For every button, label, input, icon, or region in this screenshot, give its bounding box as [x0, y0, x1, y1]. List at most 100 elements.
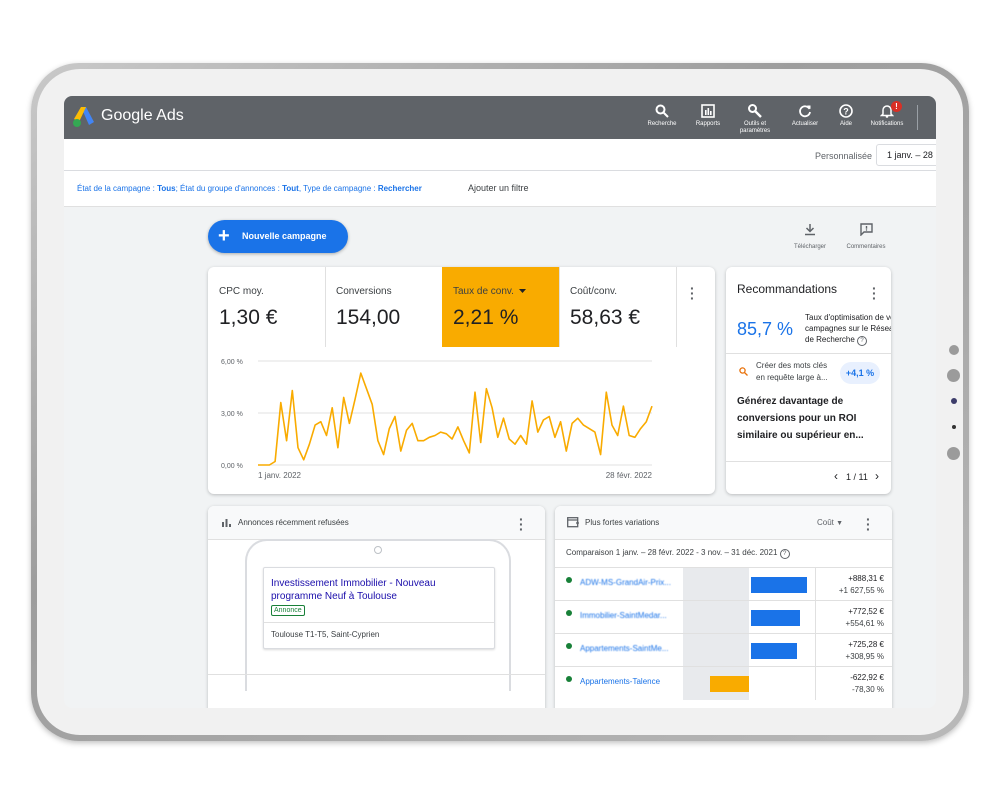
ad-headline[interactable]: Investissement Immobilier - Nouveau prog…: [271, 577, 471, 603]
recommendation-body[interactable]: Générez davantage de conversions pour un…: [737, 393, 887, 444]
filter-value: Rechercher: [377, 184, 422, 193]
variation-value: +725,28 €: [848, 640, 884, 649]
recommendation-suggestion[interactable]: Créer des mots clés en requête large à..…: [756, 360, 838, 384]
feedback-label: Commentaires: [846, 244, 886, 250]
recommendation-uplift-badge: +4,1 %: [840, 362, 880, 384]
dropdown-arrow-icon: [519, 289, 526, 293]
date-bar: Personnalisée 1 janv. – 28: [64, 139, 936, 171]
download-button[interactable]: Télécharger: [780, 223, 840, 250]
variation-bar: [751, 577, 807, 593]
tablet-side-button: [947, 447, 960, 460]
more-options-icon[interactable]: · · ·: [690, 281, 695, 305]
metric-label: CPC moy.: [219, 286, 264, 297]
comparison-period: Comparaison 1 janv. – 28 févr. 2022 - 3 …: [566, 548, 790, 559]
variations-title: Plus fortes variations: [585, 518, 660, 527]
campaign-name[interactable]: Appartements-Talence: [580, 677, 660, 686]
refresh-icon: [799, 105, 811, 118]
variation-percent: +554,61 %: [845, 619, 884, 628]
add-chart-icon: [567, 517, 579, 528]
campaign-name[interactable]: ADW-MS-GrandAir-Prix...: [580, 578, 671, 587]
metric-conversions[interactable]: Conversions 154,00: [325, 267, 443, 347]
recommendations-card: Recommandations · · · 85,7 % Taux d'optimi…: [726, 267, 891, 494]
refused-ads-card: Annonces récemment refusées · · · Investis…: [208, 506, 545, 708]
phone-camera: [374, 546, 382, 554]
x-tick-label: 28 févr. 2022: [606, 471, 653, 480]
reports-button[interactable]: Rapports: [683, 104, 733, 128]
sort-dropdown[interactable]: Coût ▼: [817, 518, 843, 527]
variations-card: Plus fortes variations Coût ▼ · · · Compar…: [555, 506, 892, 708]
search-button[interactable]: Recherche: [637, 104, 687, 128]
metric-value: 154,00: [336, 306, 401, 329]
ad-label-badge: Annonce: [271, 605, 305, 616]
feedback-icon: [859, 223, 873, 237]
variation-row[interactable]: Appartements-Talence -622,92 € -78,30 %: [555, 666, 892, 700]
variation-negative-area: [683, 601, 749, 634]
divider: [264, 622, 494, 623]
column-divider: [815, 634, 816, 667]
variation-row[interactable]: ADW-MS-GrandAir-Prix... +888,31 € +1 627…: [555, 567, 892, 601]
sort-label: Coût: [817, 518, 834, 527]
column-divider: [815, 568, 816, 601]
comparison-text: Comparaison 1 janv. – 28 févr. 2022 - 3 …: [566, 548, 778, 557]
new-campaign-label: Nouvelle campagne: [242, 231, 327, 241]
new-campaign-button[interactable]: + Nouvelle campagne: [208, 220, 348, 253]
metric-conversion-rate[interactable]: Taux de conv. 2,21 %: [442, 267, 560, 347]
variation-value: +772,52 €: [848, 607, 884, 616]
variation-bar: [751, 610, 800, 626]
add-filter-button[interactable]: Ajouter un filtre: [468, 183, 529, 193]
tools-button[interactable]: Outils et paramètres: [730, 104, 780, 135]
bar-chart-icon: [222, 519, 231, 527]
phone-preview: Investissement Immobilier - Nouveau prog…: [245, 539, 511, 691]
plus-icon: +: [218, 225, 230, 247]
metric-cost-per-conversion[interactable]: Coût/conv. 58,63 €: [559, 267, 677, 347]
download-icon: [805, 224, 815, 236]
filter-value: Tous: [157, 184, 176, 193]
feedback-button[interactable]: Commentaires: [836, 223, 896, 250]
variation-negative-area: [683, 568, 749, 601]
variation-percent: +308,95 %: [845, 652, 884, 661]
metric-value: 58,63 €: [570, 306, 641, 329]
chevron-left-icon[interactable]: ‹: [834, 469, 838, 483]
date-range-type[interactable]: Personnalisée: [815, 151, 872, 161]
more-options-icon[interactable]: · · ·: [519, 512, 524, 536]
y-tick-label: 6,00 %: [221, 359, 243, 366]
filter-value: Tout: [282, 184, 299, 193]
download-label: Télécharger: [793, 244, 826, 250]
metric-label: Taux de conv.: [453, 286, 514, 297]
active-filters[interactable]: État de la campagne : Tous; État du grou…: [77, 184, 422, 193]
date-range-picker[interactable]: 1 janv. – 28: [876, 144, 936, 166]
search-label: Recherche: [647, 121, 677, 127]
ad-preview[interactable]: Investissement Immobilier - Nouveau prog…: [263, 567, 495, 649]
filter-text: ; État du groupe d'annonces :: [175, 184, 283, 193]
optimization-score: 85,7 %: [737, 319, 794, 339]
metric-cpc[interactable]: CPC moy. 1,30 €: [208, 267, 326, 347]
performance-card: CPC moy. 1,30 € Conversions 154,00 Taux …: [208, 267, 715, 494]
y-tick-label: 0,00 %: [221, 463, 243, 470]
notifications-button[interactable]: ! Notifications: [862, 101, 912, 128]
metric-label: Conversions: [336, 286, 392, 297]
status-dot-icon: [566, 643, 572, 649]
campaign-name[interactable]: Immobilier-SaintMedar...: [580, 611, 667, 620]
chevron-right-icon[interactable]: ›: [875, 469, 879, 483]
metric-label: Coût/conv.: [570, 286, 618, 297]
variation-row[interactable]: Appartements-SaintMe... +725,28 € +308,9…: [555, 633, 892, 667]
status-dot-icon: [566, 577, 572, 583]
tablet-side-button: [952, 425, 956, 429]
reports-label: Rapports: [695, 121, 721, 127]
more-options-icon[interactable]: · · ·: [866, 512, 871, 536]
campaign-name[interactable]: Appartements-SaintMe...: [580, 644, 668, 653]
footer-divider: [208, 674, 545, 675]
help-icon[interactable]: ?: [779, 549, 790, 559]
more-options-icon[interactable]: · · ·: [872, 281, 877, 305]
google-ads-logo-icon: [73, 107, 94, 127]
variation-row[interactable]: Immobilier-SaintMedar... +772,52 € +554,…: [555, 600, 892, 634]
tools-icon: [748, 104, 762, 118]
column-divider: [815, 667, 816, 700]
recommendation-pagination: 1 / 11: [846, 472, 868, 482]
metric-value: 2,21 %: [453, 306, 519, 329]
help-icon[interactable]: ?: [857, 336, 868, 346]
search-icon: [655, 104, 669, 118]
tablet-side-button: [949, 345, 959, 355]
divider: [726, 461, 891, 462]
svg-text:?: ?: [843, 106, 849, 116]
